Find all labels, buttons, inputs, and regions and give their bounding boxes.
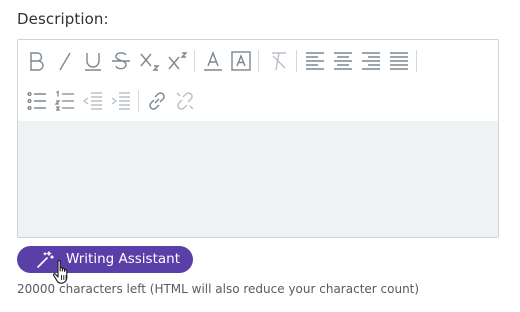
writing-assistant-label: Writing Assistant	[66, 251, 181, 267]
font-color-icon[interactable]	[202, 50, 224, 72]
italic-icon[interactable]	[54, 50, 76, 72]
bullet-list-icon[interactable]	[26, 90, 48, 112]
align-right-icon[interactable]	[360, 50, 382, 72]
strikethrough-icon[interactable]	[110, 50, 132, 72]
editor-content-area[interactable]	[18, 121, 498, 237]
writing-assistant-button[interactable]: Writing Assistant	[17, 246, 193, 273]
clear-formatting-icon[interactable]	[268, 50, 290, 72]
subscript-icon[interactable]	[138, 50, 160, 72]
toolbar-divider	[416, 50, 417, 72]
align-justify-icon[interactable]	[388, 50, 410, 72]
indent-icon[interactable]	[110, 90, 132, 112]
magic-wand-icon	[37, 251, 54, 268]
toolbar-divider	[258, 50, 259, 72]
bold-icon[interactable]	[26, 50, 48, 72]
align-left-icon[interactable]	[304, 50, 326, 72]
underline-icon[interactable]	[82, 50, 104, 72]
toolbar-divider	[138, 90, 139, 112]
outdent-icon[interactable]	[82, 90, 104, 112]
editor-toolbar	[18, 40, 498, 122]
background-color-icon[interactable]	[230, 50, 252, 72]
remove-link-icon[interactable]	[174, 90, 196, 112]
numbered-list-icon[interactable]	[54, 90, 76, 112]
character-count-hint: 20000 characters left (HTML will also re…	[17, 282, 420, 296]
toolbar-divider	[194, 50, 195, 72]
insert-link-icon[interactable]	[146, 90, 168, 112]
align-center-icon[interactable]	[332, 50, 354, 72]
superscript-icon[interactable]	[166, 50, 188, 72]
rich-text-editor	[17, 39, 499, 238]
description-label: Description:	[17, 10, 109, 28]
toolbar-divider	[296, 50, 297, 72]
